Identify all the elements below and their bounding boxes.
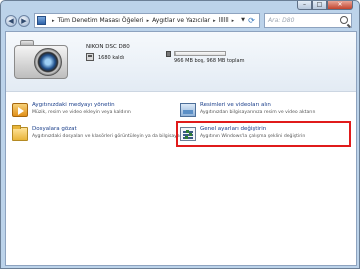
camera-icon: [14, 37, 68, 81]
control-panel-icon: [37, 16, 46, 25]
search-placeholder: Ara: D80: [268, 17, 295, 24]
navigation-bar: ◀ ▶ ▸ Tüm Denetim Masası Öğeleri ▸ Aygıt…: [5, 12, 357, 29]
task-title[interactable]: Dosyalara gözat: [32, 126, 77, 132]
breadcrumb-item-devices-printers[interactable]: Aygıtlar ve Yazıcılar: [152, 17, 210, 24]
breadcrumb-separator-icon: ▸: [52, 17, 55, 24]
folder-icon: [12, 125, 28, 141]
storage-bar-fill: [175, 52, 176, 55]
task-browse-files[interactable]: Dosyalara gözat Aygıtınızdaki dosyaları …: [12, 125, 194, 146]
refresh-icon[interactable]: ⟳: [246, 15, 257, 26]
caption-buttons: – □ ✕: [297, 1, 353, 11]
minimize-button[interactable]: –: [297, 1, 312, 10]
highlight-box: [176, 121, 351, 147]
photos-remaining: 1680 kaldı: [98, 55, 125, 61]
storage-bar: [174, 51, 226, 56]
search-input[interactable]: Ara: D80: [264, 13, 352, 28]
task-title[interactable]: Aygıtınızdaki medyayı yönetin: [32, 102, 115, 108]
breadcrumb-separator-icon: ▸: [146, 17, 150, 24]
maximize-button[interactable]: □: [312, 1, 327, 10]
breadcrumb-separator-icon: ▸: [213, 17, 216, 24]
address-bar[interactable]: ▸ Tüm Denetim Masası Öğeleri ▸ Aygıtlar …: [34, 13, 260, 28]
task-description: Müzik, resim ve video ekleyin veya kaldı…: [32, 110, 131, 115]
forward-arrow-icon[interactable]: ▶: [18, 14, 30, 27]
task-description: Aygıtınızdan bilgisayarınıza resim ve vi…: [200, 110, 316, 115]
task-manage-media[interactable]: Aygıtınızdaki medyayı yönetin Müzik, res…: [12, 102, 172, 122]
breadcrumb-item-control-panel[interactable]: Tüm Denetim Masası Öğeleri: [58, 17, 144, 24]
search-icon[interactable]: [340, 16, 348, 24]
task-description: Aygıtınızdaki dosyaları ve klasörleri gö…: [32, 134, 194, 139]
storage-text: 966 MB boş, 968 MB toplam: [174, 58, 245, 64]
breadcrumb-item-device[interactable]: llllll: [219, 17, 229, 24]
import-pictures-icon: [180, 103, 196, 117]
device-header: NIKON DSC D80 1680 kaldı 966 MB boş, 968…: [6, 32, 356, 92]
explorer-window: – □ ✕ ◀ ▶ ▸ Tüm Denetim Masası Öğeleri ▸…: [0, 0, 360, 269]
back-arrow-icon[interactable]: ◀: [5, 14, 17, 27]
task-import-pictures[interactable]: Resimleri ve videoları alın Aygıtınızdan…: [180, 102, 350, 122]
breadcrumb-separator-icon: ▸: [231, 17, 235, 24]
usb-icon: [166, 51, 171, 57]
close-button[interactable]: ✕: [327, 1, 353, 10]
task-title[interactable]: Resimleri ve videoları alın: [200, 102, 271, 108]
memory-card-icon: [86, 53, 94, 61]
device-name: NIKON DSC D80: [86, 44, 130, 50]
media-player-icon: [12, 103, 28, 117]
device-stage-content: NIKON DSC D80 1680 kaldı 966 MB boş, 968…: [5, 31, 357, 266]
address-dropdown-icon[interactable]: ▼: [241, 17, 245, 23]
